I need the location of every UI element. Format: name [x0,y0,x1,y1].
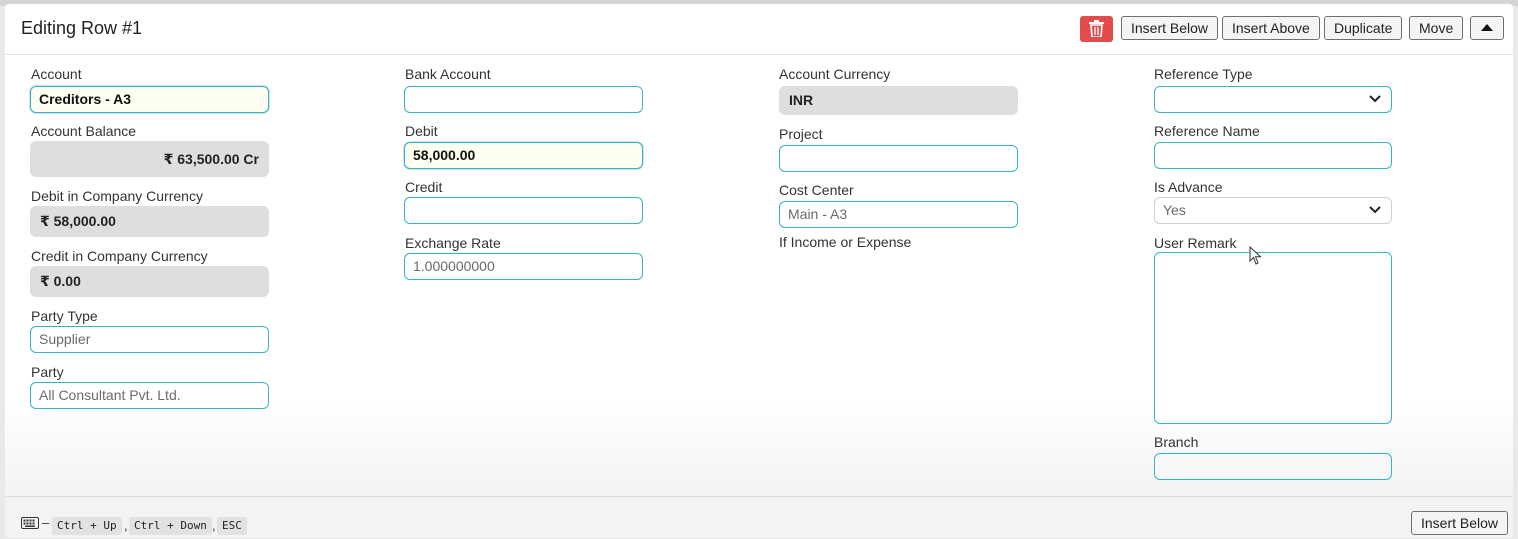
move-button[interactable]: Move [1409,16,1464,40]
shortcut-separator: , [212,518,216,533]
party-type-field[interactable]: Supplier [30,326,269,353]
account-label: Account [31,66,82,82]
collapse-button[interactable] [1470,16,1504,40]
credit-company-currency-label: Credit in Company Currency [31,248,208,264]
chevron-down-icon [1369,95,1381,103]
panel-footer: – Ctrl + Up , Ctrl + Down , ESC Insert B… [5,496,1513,539]
duplicate-button[interactable]: Duplicate [1324,16,1403,40]
insert-below-button[interactable]: Insert Below [1121,16,1219,40]
is-advance-label: Is Advance [1154,179,1223,195]
row-editor-panel: Editing Row #1 Insert Below Insert Above… [5,4,1513,538]
bank-account-label: Bank Account [405,66,491,82]
shortcut-dash: – [42,515,50,530]
project-label: Project [779,126,823,142]
bank-account-field[interactable] [404,86,643,113]
shortcut-esc: ESC [217,517,247,535]
credit-field[interactable] [404,197,643,224]
is-advance-select[interactable]: Yes [1154,197,1392,224]
account-field[interactable]: Creditors - A3 [30,86,269,113]
credit-label: Credit [405,179,443,195]
trash-icon [1089,20,1104,37]
credit-company-currency-value: ₹ 0.00 [30,266,269,297]
exchange-rate-field[interactable]: 1.000000000 [404,253,643,280]
chevron-down-icon [1369,206,1381,214]
mouse-pointer-icon [1249,246,1262,265]
shortcut-ctrl-up: Ctrl + Up [52,517,122,535]
account-balance-value: ₹ 63,500.00 Cr [30,141,269,177]
panel-header: Editing Row #1 Insert Below Insert Above… [5,4,1513,55]
keyboard-icon [21,517,39,529]
user-remark-textarea[interactable] [1154,252,1392,424]
exchange-rate-label: Exchange Rate [405,235,501,251]
reference-type-select[interactable] [1154,86,1392,113]
footer-insert-below-button[interactable]: Insert Below [1411,511,1509,535]
debit-field[interactable]: 58,000.00 [404,142,643,169]
cost-center-help-text: If Income or Expense [779,234,912,250]
account-balance-label: Account Balance [31,123,137,139]
shortcut-separator: , [124,518,128,533]
party-type-label: Party Type [31,308,98,324]
account-currency-value: INR [779,86,1018,115]
panel-title: Editing Row #1 [21,18,143,38]
branch-field[interactable] [1154,453,1392,480]
reference-type-label: Reference Type [1154,66,1253,82]
delete-row-button[interactable] [1080,16,1113,42]
cost-center-field[interactable]: Main - A3 [779,201,1018,228]
account-currency-label: Account Currency [779,66,891,82]
branch-label: Branch [1154,434,1199,450]
shortcut-ctrl-down: Ctrl + Down [129,517,212,535]
cost-center-label: Cost Center [779,182,854,198]
reference-name-label: Reference Name [1154,123,1260,139]
party-field[interactable]: All Consultant Pvt. Ltd. [30,382,269,409]
project-field[interactable] [779,145,1018,172]
reference-name-field[interactable] [1154,142,1392,169]
debit-label: Debit [405,123,438,139]
insert-above-button[interactable]: Insert Above [1222,16,1320,40]
party-label: Party [31,364,64,380]
is-advance-value: Yes [1163,202,1186,218]
debit-company-currency-value: ₹ 58,000.00 [30,206,269,237]
debit-company-currency-label: Debit in Company Currency [31,188,203,204]
user-remark-label: User Remark [1154,235,1237,251]
caret-up-icon [1481,24,1493,31]
